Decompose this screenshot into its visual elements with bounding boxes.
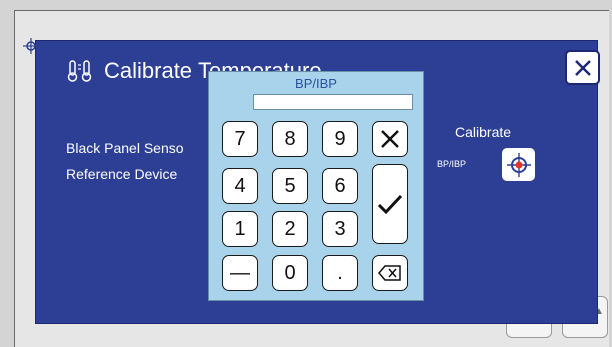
- enter-button[interactable]: [372, 164, 408, 244]
- key-5[interactable]: 5: [272, 168, 308, 204]
- numeric-keypad: BP/IBP 7 8 9 4 5 6 1 2 3 — 0 .: [208, 71, 424, 301]
- backspace-button[interactable]: [372, 255, 408, 291]
- key-dot[interactable]: .: [322, 255, 358, 291]
- close-icon: [574, 59, 591, 76]
- cross-icon: [381, 130, 399, 148]
- key-3[interactable]: 3: [322, 211, 358, 247]
- backspace-icon: [378, 265, 401, 281]
- key-6[interactable]: 6: [322, 168, 358, 204]
- thermometer-icon: [67, 60, 92, 82]
- reference-device-label: Reference Device: [66, 166, 178, 182]
- keypad-value-input[interactable]: [253, 94, 413, 110]
- key-4[interactable]: 4: [222, 168, 258, 204]
- clear-button[interactable]: [372, 121, 408, 157]
- key-0[interactable]: 0: [272, 255, 308, 291]
- key-1[interactable]: 1: [222, 211, 258, 247]
- crosshair-icon: [23, 38, 39, 54]
- close-button[interactable]: [565, 50, 600, 85]
- crosshair-icon: [506, 152, 531, 177]
- calibrate-label: Calibrate: [455, 124, 512, 140]
- keypad-title: BP/IBP: [295, 76, 337, 91]
- key-minus[interactable]: —: [222, 255, 258, 291]
- bp-ibp-label: BP/IBP: [437, 159, 467, 169]
- key-9[interactable]: 9: [322, 121, 358, 157]
- key-2[interactable]: 2: [272, 211, 308, 247]
- checkmark-icon: [377, 194, 403, 215]
- key-8[interactable]: 8: [272, 121, 308, 157]
- calibrate-bp-ibp-button[interactable]: [502, 148, 535, 181]
- key-7[interactable]: 7: [222, 121, 258, 157]
- dialog-title-text: Calibrate: [104, 58, 193, 83]
- black-panel-sensor-label: Black Panel Senso: [66, 140, 184, 156]
